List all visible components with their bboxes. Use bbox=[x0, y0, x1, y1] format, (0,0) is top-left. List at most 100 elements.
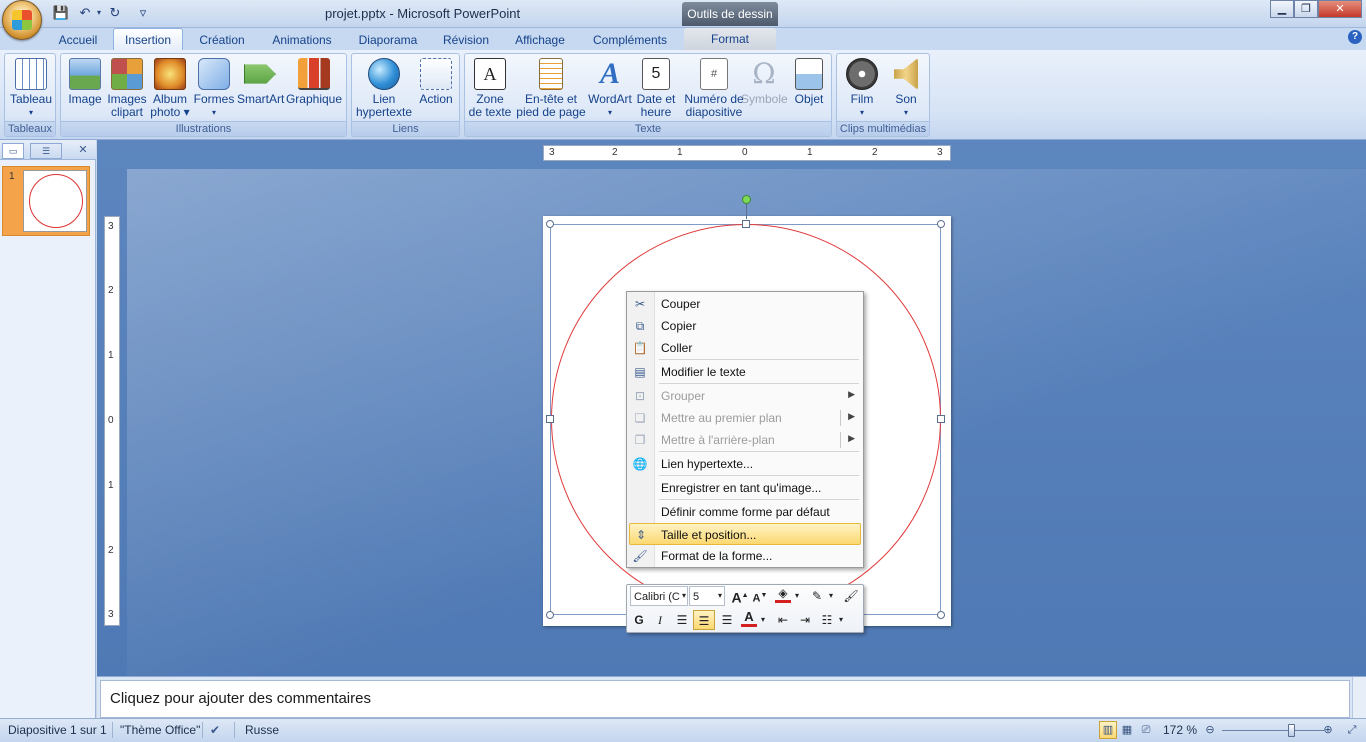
fill-color-icon[interactable]: ◈ bbox=[773, 586, 793, 606]
resize-handle-top[interactable] bbox=[742, 220, 750, 228]
resize-handle-top-left[interactable] bbox=[546, 220, 554, 228]
bullets-icon[interactable]: ☷ bbox=[817, 610, 837, 630]
language-status[interactable]: Russe bbox=[245, 723, 279, 737]
tab-revision[interactable]: Révision bbox=[436, 32, 496, 50]
bullets-dropdown-icon[interactable]: ▾ bbox=[837, 610, 845, 630]
spellcheck-icon[interactable]: ✔ bbox=[210, 723, 220, 737]
resize-handle-right[interactable] bbox=[937, 415, 945, 423]
font-name-dropdown-icon[interactable]: ▾ bbox=[680, 586, 688, 606]
rotation-handle[interactable] bbox=[742, 195, 751, 204]
tab-affichage[interactable]: Affichage bbox=[508, 32, 572, 50]
symbole-button[interactable]: Ω Symbole bbox=[741, 56, 788, 106]
notes-placeholder: Cliquez pour ajouter des commentaires bbox=[110, 690, 371, 707]
horizontal-ruler[interactable]: 3 2 1 0 1 2 3 bbox=[543, 145, 951, 161]
customize-quick-access-icon[interactable]: ▿ bbox=[134, 5, 152, 21]
italic-button[interactable]: I bbox=[651, 610, 669, 630]
objet-button[interactable]: Objet bbox=[789, 56, 829, 106]
menu-item-premier-plan[interactable]: ❏ Mettre au premier plan ▶ bbox=[627, 407, 863, 429]
zoom-in-icon[interactable]: ⊕ bbox=[1319, 721, 1337, 739]
fit-to-window-icon[interactable]: ⤢ bbox=[1343, 721, 1361, 739]
resize-handle-bottom-right[interactable] bbox=[937, 611, 945, 619]
slide-sorter-view-icon[interactable]: ▦ bbox=[1118, 721, 1136, 739]
clipart-icon bbox=[111, 58, 143, 90]
son-button[interactable]: Son ▾ bbox=[885, 56, 927, 119]
smartart-button[interactable]: SmartArt bbox=[237, 56, 284, 106]
menu-item-arriere-plan[interactable]: ❐ Mettre à l'arrière-plan ▶ bbox=[627, 429, 863, 451]
album-photo-button[interactable]: Album photo ▾ bbox=[149, 56, 191, 119]
line-color-icon[interactable]: ✎ bbox=[807, 586, 827, 606]
resize-handle-bottom-left[interactable] bbox=[546, 611, 554, 619]
grow-font-icon[interactable]: A▲ bbox=[731, 586, 749, 606]
font-color-icon[interactable]: A bbox=[739, 610, 759, 630]
redo-icon[interactable]: ↻ bbox=[106, 5, 124, 21]
tab-animations[interactable]: Animations bbox=[264, 32, 340, 50]
outline-tab-icon[interactable]: ☰ bbox=[30, 143, 62, 159]
slideshow-view-icon[interactable]: ⎚ bbox=[1137, 721, 1155, 739]
menu-item-coller[interactable]: 📋 Coller bbox=[627, 337, 863, 359]
zoom-level[interactable]: 172 % bbox=[1163, 723, 1197, 737]
restore-button[interactable]: ❐ bbox=[1294, 0, 1318, 18]
theme-status[interactable]: "Thème Office" bbox=[120, 723, 200, 737]
shrink-font-icon[interactable]: A▼ bbox=[751, 586, 769, 606]
minimize-button[interactable]: ▁ bbox=[1270, 0, 1294, 18]
menu-item-taille-position[interactable]: ⇕ Taille et position... bbox=[629, 523, 861, 545]
film-button[interactable]: Film ▾ bbox=[839, 56, 885, 119]
graphique-button[interactable]: Graphique bbox=[285, 56, 343, 106]
tableau-button[interactable]: Tableau ▾ bbox=[8, 56, 54, 119]
menu-item-copier[interactable]: ⧉ Copier bbox=[627, 315, 863, 337]
align-right-icon[interactable]: ☰ bbox=[717, 610, 737, 630]
menu-item-couper[interactable]: ✂ Couper bbox=[627, 293, 863, 315]
office-button[interactable] bbox=[2, 0, 42, 40]
font-size-dropdown-icon[interactable]: ▾ bbox=[716, 586, 724, 606]
tab-format[interactable]: Format bbox=[684, 28, 776, 50]
zoom-slider-track[interactable] bbox=[1222, 730, 1324, 731]
lien-hypertexte-button[interactable]: Lien hypertexte bbox=[355, 56, 413, 119]
vertical-ruler[interactable]: 3 2 1 0 1 2 3 bbox=[104, 216, 120, 626]
resize-handle-left[interactable] bbox=[546, 415, 554, 423]
images-clipart-button[interactable]: Images clipart bbox=[107, 56, 147, 119]
zoom-out-icon[interactable]: ⊖ bbox=[1201, 721, 1219, 739]
font-color-dropdown-icon[interactable]: ▾ bbox=[759, 610, 767, 630]
numero-diapositive-button[interactable]: # Numéro de diapositive bbox=[677, 56, 751, 119]
menu-item-modifier-texte[interactable]: ▤ Modifier le texte bbox=[627, 361, 863, 383]
status-separator bbox=[112, 722, 113, 738]
fill-color-dropdown-icon[interactable]: ▾ bbox=[793, 586, 801, 606]
close-button[interactable]: ✕ bbox=[1318, 0, 1362, 18]
notes-input[interactable]: Cliquez pour ajouter des commentaires bbox=[100, 680, 1350, 718]
formes-button[interactable]: Formes ▾ bbox=[193, 56, 235, 119]
slide-thumbnail[interactable]: 1 bbox=[2, 166, 90, 236]
normal-view-icon[interactable]: ▥ bbox=[1099, 721, 1117, 739]
format-painter-icon[interactable]: 🖌 bbox=[841, 586, 861, 606]
resize-handle-top-right[interactable] bbox=[937, 220, 945, 228]
action-button[interactable]: Action bbox=[414, 56, 458, 106]
bold-button[interactable]: G bbox=[630, 610, 648, 630]
wordart-button[interactable]: A WordArt ▾ bbox=[587, 56, 633, 119]
tab-insertion[interactable]: Insertion bbox=[113, 28, 183, 50]
menu-item-format-forme[interactable]: 🖌 Format de la forme... bbox=[627, 545, 863, 567]
zoom-slider-thumb[interactable] bbox=[1288, 724, 1296, 737]
menu-item-enregistrer-image[interactable]: Enregistrer en tant qu'image... bbox=[627, 477, 863, 499]
tab-diaporama[interactable]: Diaporama bbox=[352, 32, 424, 50]
date-heure-button[interactable]: 5 Date et heure bbox=[635, 56, 677, 119]
slides-tab-icon[interactable]: ▭ bbox=[2, 143, 24, 159]
menu-item-grouper[interactable]: ⊡ Grouper ▶ bbox=[627, 385, 863, 407]
notes-pane: Cliquez pour ajouter des commentaires bbox=[97, 676, 1366, 719]
tab-complements[interactable]: Compléments bbox=[586, 32, 674, 50]
save-icon[interactable]: 💾 bbox=[52, 5, 70, 21]
close-pane-icon[interactable]: ✕ bbox=[76, 143, 90, 159]
menu-item-forme-par-defaut[interactable]: Définir comme forme par défaut bbox=[627, 501, 863, 523]
decrease-indent-icon[interactable]: ⇤ bbox=[773, 610, 793, 630]
help-icon[interactable]: ? bbox=[1348, 30, 1362, 44]
zone-de-texte-button[interactable]: A Zone de texte bbox=[467, 56, 513, 119]
tab-accueil[interactable]: Accueil bbox=[52, 32, 104, 50]
increase-indent-icon[interactable]: ⇥ bbox=[795, 610, 815, 630]
menu-item-lien-hypertexte[interactable]: 🌐 Lien hypertexte... bbox=[627, 453, 863, 475]
align-left-icon[interactable]: ☰ bbox=[672, 610, 692, 630]
line-color-dropdown-icon[interactable]: ▾ bbox=[827, 586, 835, 606]
tab-creation[interactable]: Création bbox=[192, 32, 252, 50]
entete-pied-button[interactable]: En-tête et pied de page bbox=[515, 56, 587, 119]
slide-thumbnail-preview bbox=[23, 170, 87, 232]
notes-scrollbar[interactable] bbox=[1352, 677, 1366, 719]
image-button[interactable]: Image bbox=[64, 56, 106, 106]
align-center-icon[interactable]: ☰ bbox=[693, 610, 715, 630]
